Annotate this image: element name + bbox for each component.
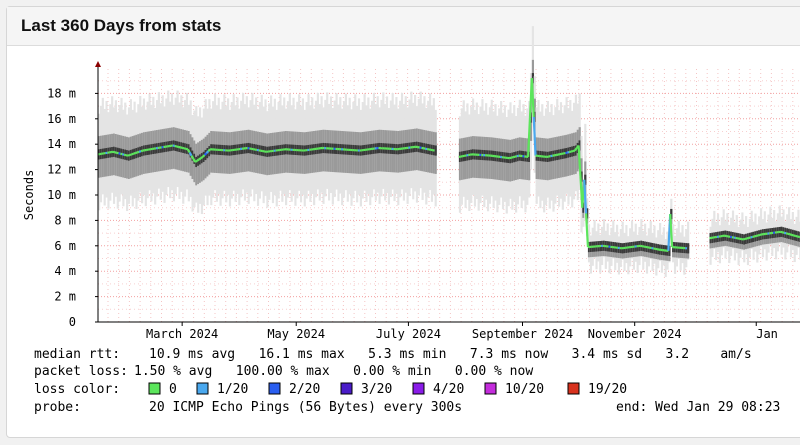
median-segment — [516, 154, 520, 158]
median-segment — [514, 155, 518, 158]
median-segment — [136, 150, 140, 154]
median-segment — [200, 155, 204, 160]
smoke-inner — [434, 145, 437, 156]
y-tick-label: 12 m — [47, 163, 76, 177]
packet-loss-values: 1.50 % avg 100.00 % max 0.00 % min 0.00 … — [134, 364, 533, 379]
median-segment — [797, 235, 800, 238]
y-tick-label: 14 m — [47, 137, 76, 151]
median-segment — [510, 156, 514, 159]
loss-color-item-label: 2/20 — [289, 382, 320, 397]
median-segment — [131, 152, 134, 156]
x-tick-label: March 2024 — [146, 327, 218, 341]
median-segment — [196, 158, 200, 162]
loss-color-swatch — [484, 382, 497, 395]
median-segment — [512, 155, 516, 159]
median-segment — [782, 231, 785, 234]
loss-color-item-label: 19/20 — [588, 382, 627, 397]
y-tick-label: 4 m — [54, 264, 76, 278]
median-segment — [750, 235, 753, 239]
y-tick-label: 16 m — [47, 112, 76, 126]
median-segment — [568, 150, 572, 154]
median-segment — [789, 233, 793, 236]
median-segment — [194, 159, 198, 163]
probe-text: 20 ICMP Echo Pings (56 Bytes) every 300s — [149, 400, 462, 415]
loss-color-swatch — [268, 382, 281, 395]
median-segment — [572, 149, 576, 153]
x-tick-label: May 2024 — [267, 327, 325, 341]
median-segment — [744, 237, 748, 241]
loss-color-swatch — [148, 382, 161, 395]
x-ticks: March 2024 May 2024 July 2024 September 202… — [146, 322, 778, 341]
median-rtt-label: median rtt: — [34, 347, 120, 362]
median-segment — [755, 234, 759, 237]
median-segment — [138, 150, 142, 153]
y-tick-label: 8 m — [54, 213, 76, 227]
loss-color-swatch — [196, 382, 209, 395]
median-segment — [207, 148, 211, 152]
median-segment — [791, 233, 794, 237]
median-segment — [742, 237, 746, 241]
median-segment — [201, 154, 206, 158]
median-segment — [509, 156, 512, 160]
y-tick-label: 6 m — [54, 239, 76, 253]
median-segment — [780, 230, 783, 234]
x-tick-label: November 2024 — [588, 327, 682, 341]
median-segment — [565, 151, 568, 155]
y-axis-label: Seconds — [22, 170, 36, 221]
median-segment — [140, 149, 144, 153]
y-ticks: 0 2 m 4 m 6 m 8 m 10 m 12 m 14 m 16 m 18 m — [47, 86, 98, 329]
loss-color-legend: 0 1/20 2/20 3/20 4/20 10/20 19/20 — [148, 382, 627, 397]
loss-color-item-label: 0 — [169, 382, 177, 397]
packet-loss-label: packet loss: — [34, 364, 128, 379]
loss-color-swatch — [340, 382, 353, 395]
loss-color-swatch — [412, 382, 425, 395]
median-segment — [752, 235, 755, 238]
median-segment — [570, 149, 574, 153]
smoke-band — [98, 26, 800, 278]
median-segment — [759, 233, 763, 236]
loss-color-label: loss color: — [34, 382, 120, 397]
median-segment — [573, 147, 578, 152]
median-segment — [793, 234, 796, 237]
median-segment — [133, 152, 136, 155]
median-rtt-values: 10.9 ms avg 16.1 ms max 5.3 ms min 7.3 m… — [149, 347, 752, 362]
median-segment — [127, 153, 131, 157]
y-tick-label: 0 — [69, 315, 76, 329]
median-segment — [757, 233, 761, 237]
median-segment — [129, 153, 133, 157]
loss-color-item-label: 10/20 — [505, 382, 544, 397]
median-segment — [785, 232, 789, 235]
loss-color-swatch — [567, 382, 580, 395]
median-segment — [746, 236, 750, 240]
y-tick-label: 2 m — [54, 290, 76, 304]
probe-label: probe: — [34, 400, 81, 415]
loss-color-item-label: 4/20 — [433, 382, 464, 397]
median-segment — [567, 151, 570, 154]
median-segment — [784, 231, 787, 235]
latency-graph: Seconds 0 2 m 4 m 6 m 8 m 10 m 12 m 14 m 16 m 18 … — [22, 26, 800, 415]
smoke-inner — [687, 243, 690, 254]
median-segment — [787, 232, 791, 236]
x-tick-label: September 2024 — [472, 327, 573, 341]
median-segment — [203, 152, 208, 156]
median-segment — [748, 236, 751, 239]
y-tick-label: 18 m — [47, 86, 76, 100]
y-tick-label: 10 m — [47, 188, 76, 202]
median-segment — [198, 157, 202, 161]
median-segment — [135, 151, 138, 155]
loss-color-item-label: 3/20 — [361, 382, 392, 397]
end-time: end: Wed Jan 29 08:23 — [616, 400, 780, 415]
median-segment — [205, 150, 210, 154]
x-tick-label: July 2024 — [376, 327, 441, 341]
loss-color-item-label: 1/20 — [217, 382, 248, 397]
median-segment — [754, 234, 757, 238]
x-tick-label: Jan — [756, 327, 778, 341]
median-segment — [795, 234, 798, 238]
